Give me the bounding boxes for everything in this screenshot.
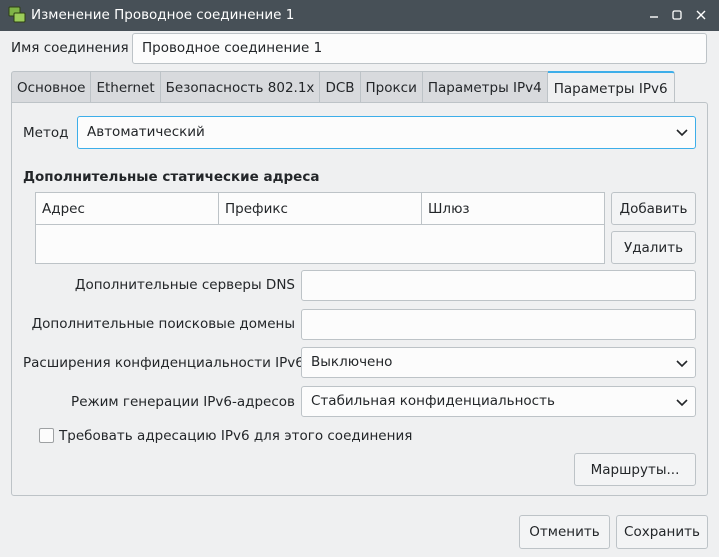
add-address-button[interactable]: Добавить: [611, 192, 696, 225]
tab-ipv6[interactable]: Параметры IPv6: [547, 71, 675, 104]
chevron-down-icon: [675, 395, 689, 409]
tab-ethernet[interactable]: Ethernet: [91, 71, 161, 103]
column-header-address[interactable]: Адрес: [36, 193, 219, 225]
delete-address-button[interactable]: Удалить: [611, 231, 696, 264]
window-title: Изменение Проводное соединение 1: [31, 7, 295, 23]
cancel-button[interactable]: Отменить: [519, 515, 610, 549]
addresses-table[interactable]: Адрес Префикс Шлюз: [35, 192, 605, 264]
method-select[interactable]: Автоматический: [77, 116, 696, 149]
privacy-extensions-label: Расширения конфиденциальности IPv6: [23, 355, 304, 371]
tab-dcb[interactable]: DCB: [320, 71, 361, 103]
privacy-extensions-value: Выключено: [311, 354, 393, 370]
method-label: Метод: [23, 125, 69, 141]
dialog-window: Изменение Проводное соединение 1 Имя сое…: [0, 0, 719, 557]
addresses-table-header: Адрес Префикс Шлюз: [36, 193, 604, 225]
addr-gen-mode-select[interactable]: Стабильная конфиденциальность: [301, 386, 696, 417]
privacy-extensions-select[interactable]: Выключено: [301, 347, 696, 378]
addr-gen-mode-value: Стабильная конфиденциальность: [311, 393, 555, 409]
chevron-down-icon: [675, 125, 689, 139]
method-select-value: Автоматический: [87, 124, 205, 140]
tab-ipv4[interactable]: Параметры IPv4: [422, 71, 548, 103]
close-icon[interactable]: [693, 7, 709, 23]
static-addresses-title: Дополнительные статические адреса: [23, 169, 320, 185]
connection-name-label: Имя соединения: [11, 40, 129, 56]
require-ipv6-checkbox[interactable]: [39, 428, 54, 443]
tab-proxy[interactable]: Прокси: [360, 71, 423, 103]
addr-gen-mode-label: Режим генерации IPv6-адресов: [71, 394, 295, 410]
minimize-icon[interactable]: [646, 7, 662, 23]
column-header-gateway[interactable]: Шлюз: [422, 193, 604, 225]
chevron-down-icon: [675, 356, 689, 370]
dns-servers-input[interactable]: [301, 270, 696, 301]
tab-general[interactable]: Основное: [11, 71, 92, 103]
tab-security-8021x[interactable]: Безопасность 802.1x: [160, 71, 321, 103]
routes-button[interactable]: Маршруты...: [574, 453, 696, 486]
tab-bar: Основное Ethernet Безопасность 802.1x DC…: [11, 71, 675, 104]
maximize-icon[interactable]: [669, 7, 685, 23]
dns-servers-label: Дополнительные серверы DNS: [74, 277, 295, 293]
column-header-prefix[interactable]: Префикс: [219, 193, 422, 225]
network-wired-icon: [8, 6, 26, 24]
save-button[interactable]: Сохранить: [616, 515, 708, 549]
title-bar[interactable]: Изменение Проводное соединение 1: [0, 0, 719, 31]
connection-name-input[interactable]: Проводное соединение 1: [132, 33, 707, 64]
require-ipv6-label[interactable]: Требовать адресацию IPv6 для этого соеди…: [59, 428, 412, 444]
search-domains-input[interactable]: [301, 309, 696, 340]
search-domains-label: Дополнительные поисковые домены: [31, 316, 295, 332]
